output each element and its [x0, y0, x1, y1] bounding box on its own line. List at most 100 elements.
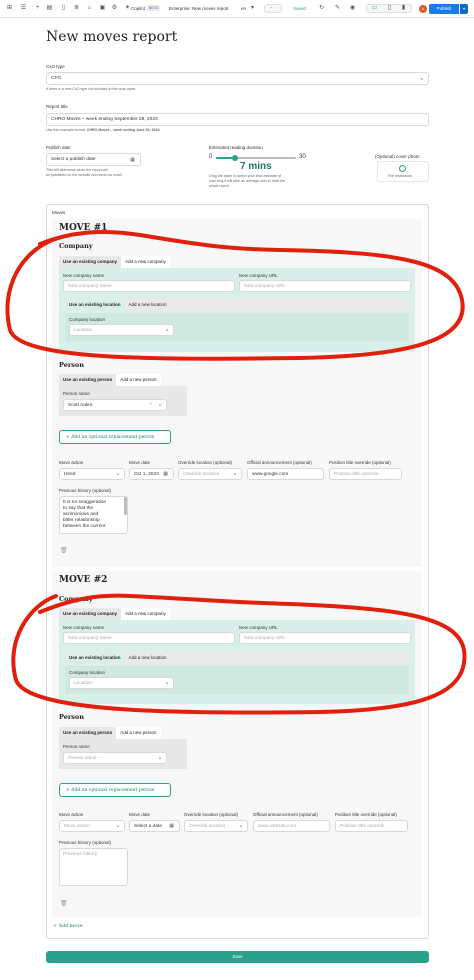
position-title-label: Position title override (optional) — [329, 460, 391, 465]
page-title: New moves report — [46, 29, 178, 45]
move-1-company-tabs: Use an existing company Add a new compan… — [59, 256, 170, 268]
publish-button[interactable]: Publish — [429, 4, 459, 14]
announcement-input[interactable]: www.website.com — [253, 820, 330, 832]
preview-eye-icon[interactable]: ◉ — [349, 5, 356, 12]
desktop-icon[interactable]: ▭ — [371, 5, 378, 12]
report-title-input[interactable]: CHRO Moves – week ending September 29, 2… — [46, 113, 429, 126]
add-move-button[interactable]: + Add move — [53, 924, 83, 929]
announcement-input[interactable]: www.google.com — [247, 468, 324, 480]
calendar-icon: ▦ — [130, 156, 135, 163]
grid-icon[interactable]: ⊞ — [6, 5, 13, 12]
move-date-input[interactable]: Oct 1, 2023 ▦ — [129, 468, 174, 480]
move-action-value: Hired — [64, 471, 76, 477]
move-date-input[interactable]: Select a date ▦ — [129, 820, 180, 832]
tab-add-new-company[interactable]: Add a new company — [121, 608, 170, 620]
tab-use-existing-location[interactable]: Use an existing location — [65, 299, 125, 311]
move-date-label: Move date — [129, 460, 151, 465]
tab-use-existing-person[interactable]: Use an existing person — [59, 374, 117, 386]
copilot-icon[interactable]: ✦ — [124, 5, 131, 12]
cover-photo-label: (Optional) cover photo — [375, 154, 420, 159]
language-select[interactable]: en — [241, 6, 246, 11]
tab-add-new-location[interactable]: Add a new location — [125, 299, 171, 311]
override-location-select[interactable]: Override location ▾ — [178, 468, 242, 480]
tab-add-new-person[interactable]: Add a new person — [116, 727, 161, 739]
trash-icon[interactable]: 🗑 — [60, 900, 68, 907]
person-name-select[interactable]: Scott Aakre × ▾ — [63, 399, 167, 411]
list-icon[interactable]: ☰ — [20, 5, 27, 12]
new-company-name-label: New company name — [63, 625, 105, 630]
move-action-select[interactable]: Hired ▾ — [59, 468, 125, 480]
announcement-label: Official announcement (optional) — [247, 460, 312, 465]
position-title-label: Position title override (optional) — [335, 812, 397, 817]
previous-history-label: Previous history (optional) — [59, 840, 112, 845]
user-avatar[interactable]: A — [419, 5, 427, 13]
cxo-type-select[interactable]: CFO ▾ — [46, 72, 429, 85]
lock-icon: · — [270, 5, 273, 11]
move-2-person-tabs: Use an existing person Add a new person — [59, 727, 161, 739]
image-icon[interactable]: ▣ — [99, 5, 106, 12]
person-name-label: Person name — [63, 391, 90, 396]
database-icon[interactable]: ≣ — [73, 5, 80, 12]
tab-use-existing-company[interactable]: Use an existing company — [59, 608, 122, 620]
chevron-down-icon: ▾ — [420, 76, 423, 81]
cover-photo-dropzone[interactable]: File restrictions — [377, 161, 429, 182]
tab-add-new-person[interactable]: Add a new person — [116, 374, 161, 386]
plus-icon[interactable]: + — [34, 5, 41, 12]
calendar-icon: ▦ — [169, 823, 174, 829]
tab-use-existing-company[interactable]: Use an existing company — [59, 256, 122, 268]
move-action-select[interactable]: Move action ▾ — [59, 820, 125, 832]
reading-slider-handle[interactable] — [231, 155, 238, 161]
person-name-label: Person name — [63, 744, 90, 749]
position-title-input[interactable]: Position title override — [329, 468, 402, 480]
override-location-select[interactable]: Override location ▾ — [184, 820, 248, 832]
move-action-label: Move action — [59, 460, 84, 465]
company-location-placeholder: Location — [74, 680, 93, 686]
chevron-down-icon[interactable]: ▾ — [249, 5, 256, 12]
new-company-url-label: New company URL — [239, 625, 278, 630]
previous-history-textarea[interactable]: It is no exaggeration to say that the ac… — [59, 496, 128, 534]
move-2-title: MOVE #2 — [59, 575, 108, 585]
previous-history-textarea[interactable]: Previous history — [59, 848, 128, 886]
trash-icon[interactable]: 🗑 — [60, 547, 68, 554]
chevron-down-icon: ▾ — [158, 402, 161, 408]
calendar-icon: ▦ — [163, 471, 168, 477]
move-action-label: Move action — [59, 812, 84, 817]
copilot-label[interactable]: Copilot — [131, 6, 145, 11]
clear-icon[interactable]: × — [149, 402, 152, 407]
publish-dropdown-chevron-icon[interactable]: ▾ — [460, 4, 468, 14]
move-2-person-heading: Person — [59, 713, 84, 721]
home-icon[interactable]: ⌂ — [86, 5, 93, 12]
person-name-select[interactable]: Person name ▾ — [63, 752, 167, 764]
position-title-input[interactable]: Position title override — [335, 820, 408, 832]
tab-add-new-company[interactable]: Add a new company — [121, 256, 170, 268]
new-company-url-input[interactable]: New company URL — [239, 632, 411, 644]
save-button[interactable]: Save — [46, 951, 429, 963]
new-company-name-input[interactable]: New company name — [63, 632, 235, 644]
add-replacement-person-button[interactable]: + Add an optional replacement person — [59, 783, 171, 797]
move-1-company-heading: Company — [59, 242, 93, 250]
company-location-select[interactable]: Location ▾ — [69, 677, 174, 689]
mobile-icon[interactable]: ▮ — [400, 5, 407, 12]
move-date-label: Move date — [129, 812, 151, 817]
add-replacement-person-button[interactable]: + Add an optional replacement person — [59, 430, 171, 444]
edit-icon[interactable]: ✎ — [334, 5, 341, 12]
textarea-scrollbar[interactable] — [124, 497, 127, 515]
saved-status: Saved — [293, 6, 306, 11]
override-location-label: Override location (optional) — [184, 812, 239, 817]
publish-date-input[interactable]: Select a publish date ▦ — [46, 153, 141, 166]
company-location-label: Company location — [69, 317, 106, 322]
hint-prefix: Use this example format: — [46, 128, 87, 132]
tab-use-existing-person[interactable]: Use an existing person — [59, 727, 117, 739]
page-icon[interactable]: ▯ — [60, 5, 67, 12]
new-company-name-input[interactable]: New company name — [63, 280, 235, 292]
tab-use-existing-location[interactable]: Use an existing location — [65, 652, 125, 664]
hint-example: CHRO Moves – week ending June 30, 2023 — [86, 128, 160, 132]
company-location-select[interactable]: Location ▾ — [69, 324, 174, 336]
reading-hint-3: whole report. — [209, 184, 230, 188]
new-company-url-input[interactable]: New company URL — [239, 280, 411, 292]
refresh-icon[interactable]: ↻ — [318, 5, 325, 12]
gear-icon[interactable]: ⚙ — [111, 5, 118, 12]
tablet-icon[interactable]: ▯ — [386, 5, 393, 12]
tab-add-new-location[interactable]: Add a new location — [125, 652, 171, 664]
layers-icon[interactable]: ▤ — [46, 5, 53, 12]
